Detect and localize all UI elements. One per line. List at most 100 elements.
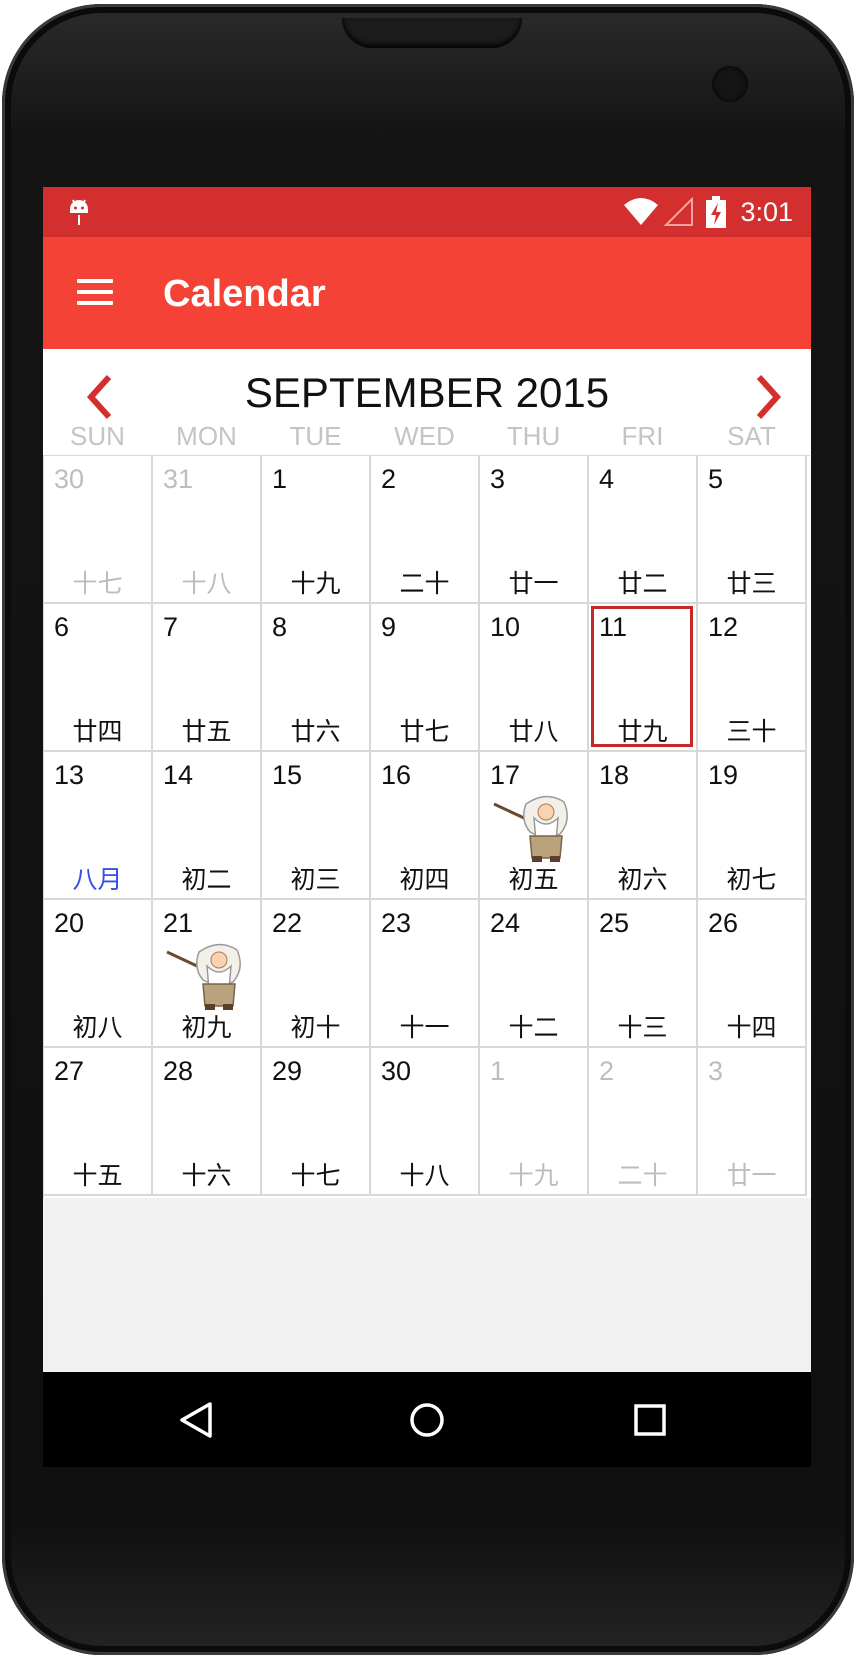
front-camera	[712, 66, 748, 102]
battery-charging-icon	[706, 196, 726, 228]
day-number: 22	[272, 908, 303, 938]
day-cell[interactable]: 6 廿四	[44, 604, 153, 752]
day-number: 13	[54, 760, 85, 790]
day-number: 27	[54, 1056, 85, 1086]
day-number: 14	[163, 760, 194, 790]
month-title: SEPTEMBER 2015	[244, 369, 610, 416]
day-cell[interactable]: 16 初四	[371, 752, 480, 900]
day-number: 2	[599, 1056, 615, 1086]
day-cell[interactable]: 24 十二	[480, 900, 589, 1048]
recents-icon[interactable]	[633, 1403, 667, 1437]
app-bar: Calendar	[43, 237, 811, 349]
back-icon[interactable]	[177, 1400, 217, 1440]
day-number: 31	[163, 464, 194, 494]
lunar-date: 初二	[181, 866, 232, 894]
day-cell[interactable]: 8 廿六	[262, 604, 371, 752]
day-cell[interactable]: 23 十一	[371, 900, 480, 1048]
signal-icon	[663, 197, 693, 226]
day-number: 30	[381, 1056, 412, 1086]
lunar-date: 初五	[508, 866, 559, 894]
day-number: 7	[163, 612, 179, 642]
day-number: 26	[708, 908, 739, 938]
device-screen: 3:01 Calendar SEPTEMBER 2015 SUN MON TUE…	[43, 187, 811, 1467]
weekday-sun: SUN	[70, 421, 125, 451]
day-cell[interactable]: 29 十七	[262, 1048, 371, 1196]
day-cell[interactable]: 18 初六	[589, 752, 698, 900]
lunar-date: 廿一	[726, 1162, 777, 1190]
day-cell[interactable]: 5 廿三	[698, 456, 807, 604]
day-number: 11	[599, 612, 628, 642]
status-bar: 3:01	[43, 187, 811, 237]
day-number: 16	[381, 760, 412, 790]
day-cell[interactable]: 20 初八	[44, 900, 153, 1048]
day-cell[interactable]: 30 十八	[371, 1048, 480, 1196]
day-cell[interactable]: 17 初五	[480, 752, 589, 900]
day-cell[interactable]: 4 廿二	[589, 456, 698, 604]
lunar-date: 十七	[290, 1162, 341, 1190]
day-cell[interactable]: 13 八月	[44, 752, 153, 900]
day-cell-selected[interactable]: 11 廿九	[589, 604, 698, 752]
lunar-date: 十九	[508, 1162, 559, 1190]
day-number: 10	[490, 612, 521, 642]
lunar-date: 三十	[726, 718, 777, 746]
day-number: 8	[272, 612, 288, 642]
day-number: 12	[708, 612, 739, 642]
lunar-date: 十一	[399, 1014, 450, 1042]
day-number: 2	[381, 464, 397, 494]
android-debug-icon	[70, 199, 88, 225]
home-icon[interactable]	[407, 1400, 447, 1440]
day-number: 30	[54, 464, 85, 494]
day-cell[interactable]: 7 廿五	[153, 604, 262, 752]
calendar-view: SEPTEMBER 2015 SUN MON TUE WED THU FRI S…	[43, 349, 811, 1198]
day-number: 17	[490, 760, 521, 790]
app-title: Calendar	[163, 273, 326, 315]
weekday-mon: MON	[176, 421, 237, 451]
day-cell[interactable]: 12 三十	[698, 604, 807, 752]
day-cell[interactable]: 14 初二	[153, 752, 262, 900]
lunar-date: 十三	[617, 1014, 668, 1042]
weekday-fri: FRI	[621, 421, 664, 451]
lunar-date: 初六	[617, 866, 668, 894]
chevron-right-icon[interactable]	[747, 371, 791, 423]
weekday-wed: WED	[394, 421, 455, 451]
day-cell[interactable]: 15 初三	[262, 752, 371, 900]
day-cell[interactable]: 26 十四	[698, 900, 807, 1048]
lunar-date: 十二	[508, 1014, 559, 1042]
lunar-date: 廿一	[508, 570, 559, 598]
day-cell[interactable]: 3 廿一	[480, 456, 589, 604]
day-number: 29	[272, 1056, 303, 1086]
day-cell[interactable]: 31 十八	[153, 456, 262, 604]
day-cell[interactable]: 28 十六	[153, 1048, 262, 1196]
day-cell[interactable]: 1 十九	[480, 1048, 589, 1196]
lunar-date: 初八	[72, 1014, 123, 1042]
lunar-date: 初七	[726, 866, 777, 894]
day-cell[interactable]: 21 初九	[153, 900, 262, 1048]
day-cell[interactable]: 2 二十	[371, 456, 480, 604]
earpiece-speaker	[342, 18, 522, 48]
day-cell[interactable]: 27 十五	[44, 1048, 153, 1196]
lunar-date: 十五	[72, 1162, 123, 1190]
day-cell[interactable]: 22 初十	[262, 900, 371, 1048]
festival-old-man-sticker-icon	[166, 943, 241, 1010]
lunar-date: 廿五	[181, 718, 232, 746]
day-cell[interactable]: 10 廿八	[480, 604, 589, 752]
wifi-icon	[624, 198, 658, 225]
day-cell[interactable]: 3 廿一	[698, 1048, 807, 1196]
weekday-thu: THU	[506, 421, 561, 451]
day-number: 18	[599, 760, 630, 790]
day-number: 1	[272, 464, 288, 494]
day-number: 24	[490, 908, 521, 938]
festival-old-man-sticker-icon	[493, 795, 568, 862]
lunar-date: 廿二	[617, 570, 668, 598]
lunar-date: 十八	[181, 570, 232, 598]
lunar-date: 廿七	[399, 718, 450, 746]
day-cell[interactable]: 9 廿七	[371, 604, 480, 752]
lunar-date: 十九	[290, 570, 341, 598]
day-cell[interactable]: 2 二十	[589, 1048, 698, 1196]
day-number: 4	[599, 464, 615, 494]
day-cell[interactable]: 30 十七	[44, 456, 153, 604]
menu-icon[interactable]	[77, 279, 117, 307]
day-cell[interactable]: 19 初七	[698, 752, 807, 900]
day-cell[interactable]: 1 十九	[262, 456, 371, 604]
day-cell[interactable]: 25 十三	[589, 900, 698, 1048]
